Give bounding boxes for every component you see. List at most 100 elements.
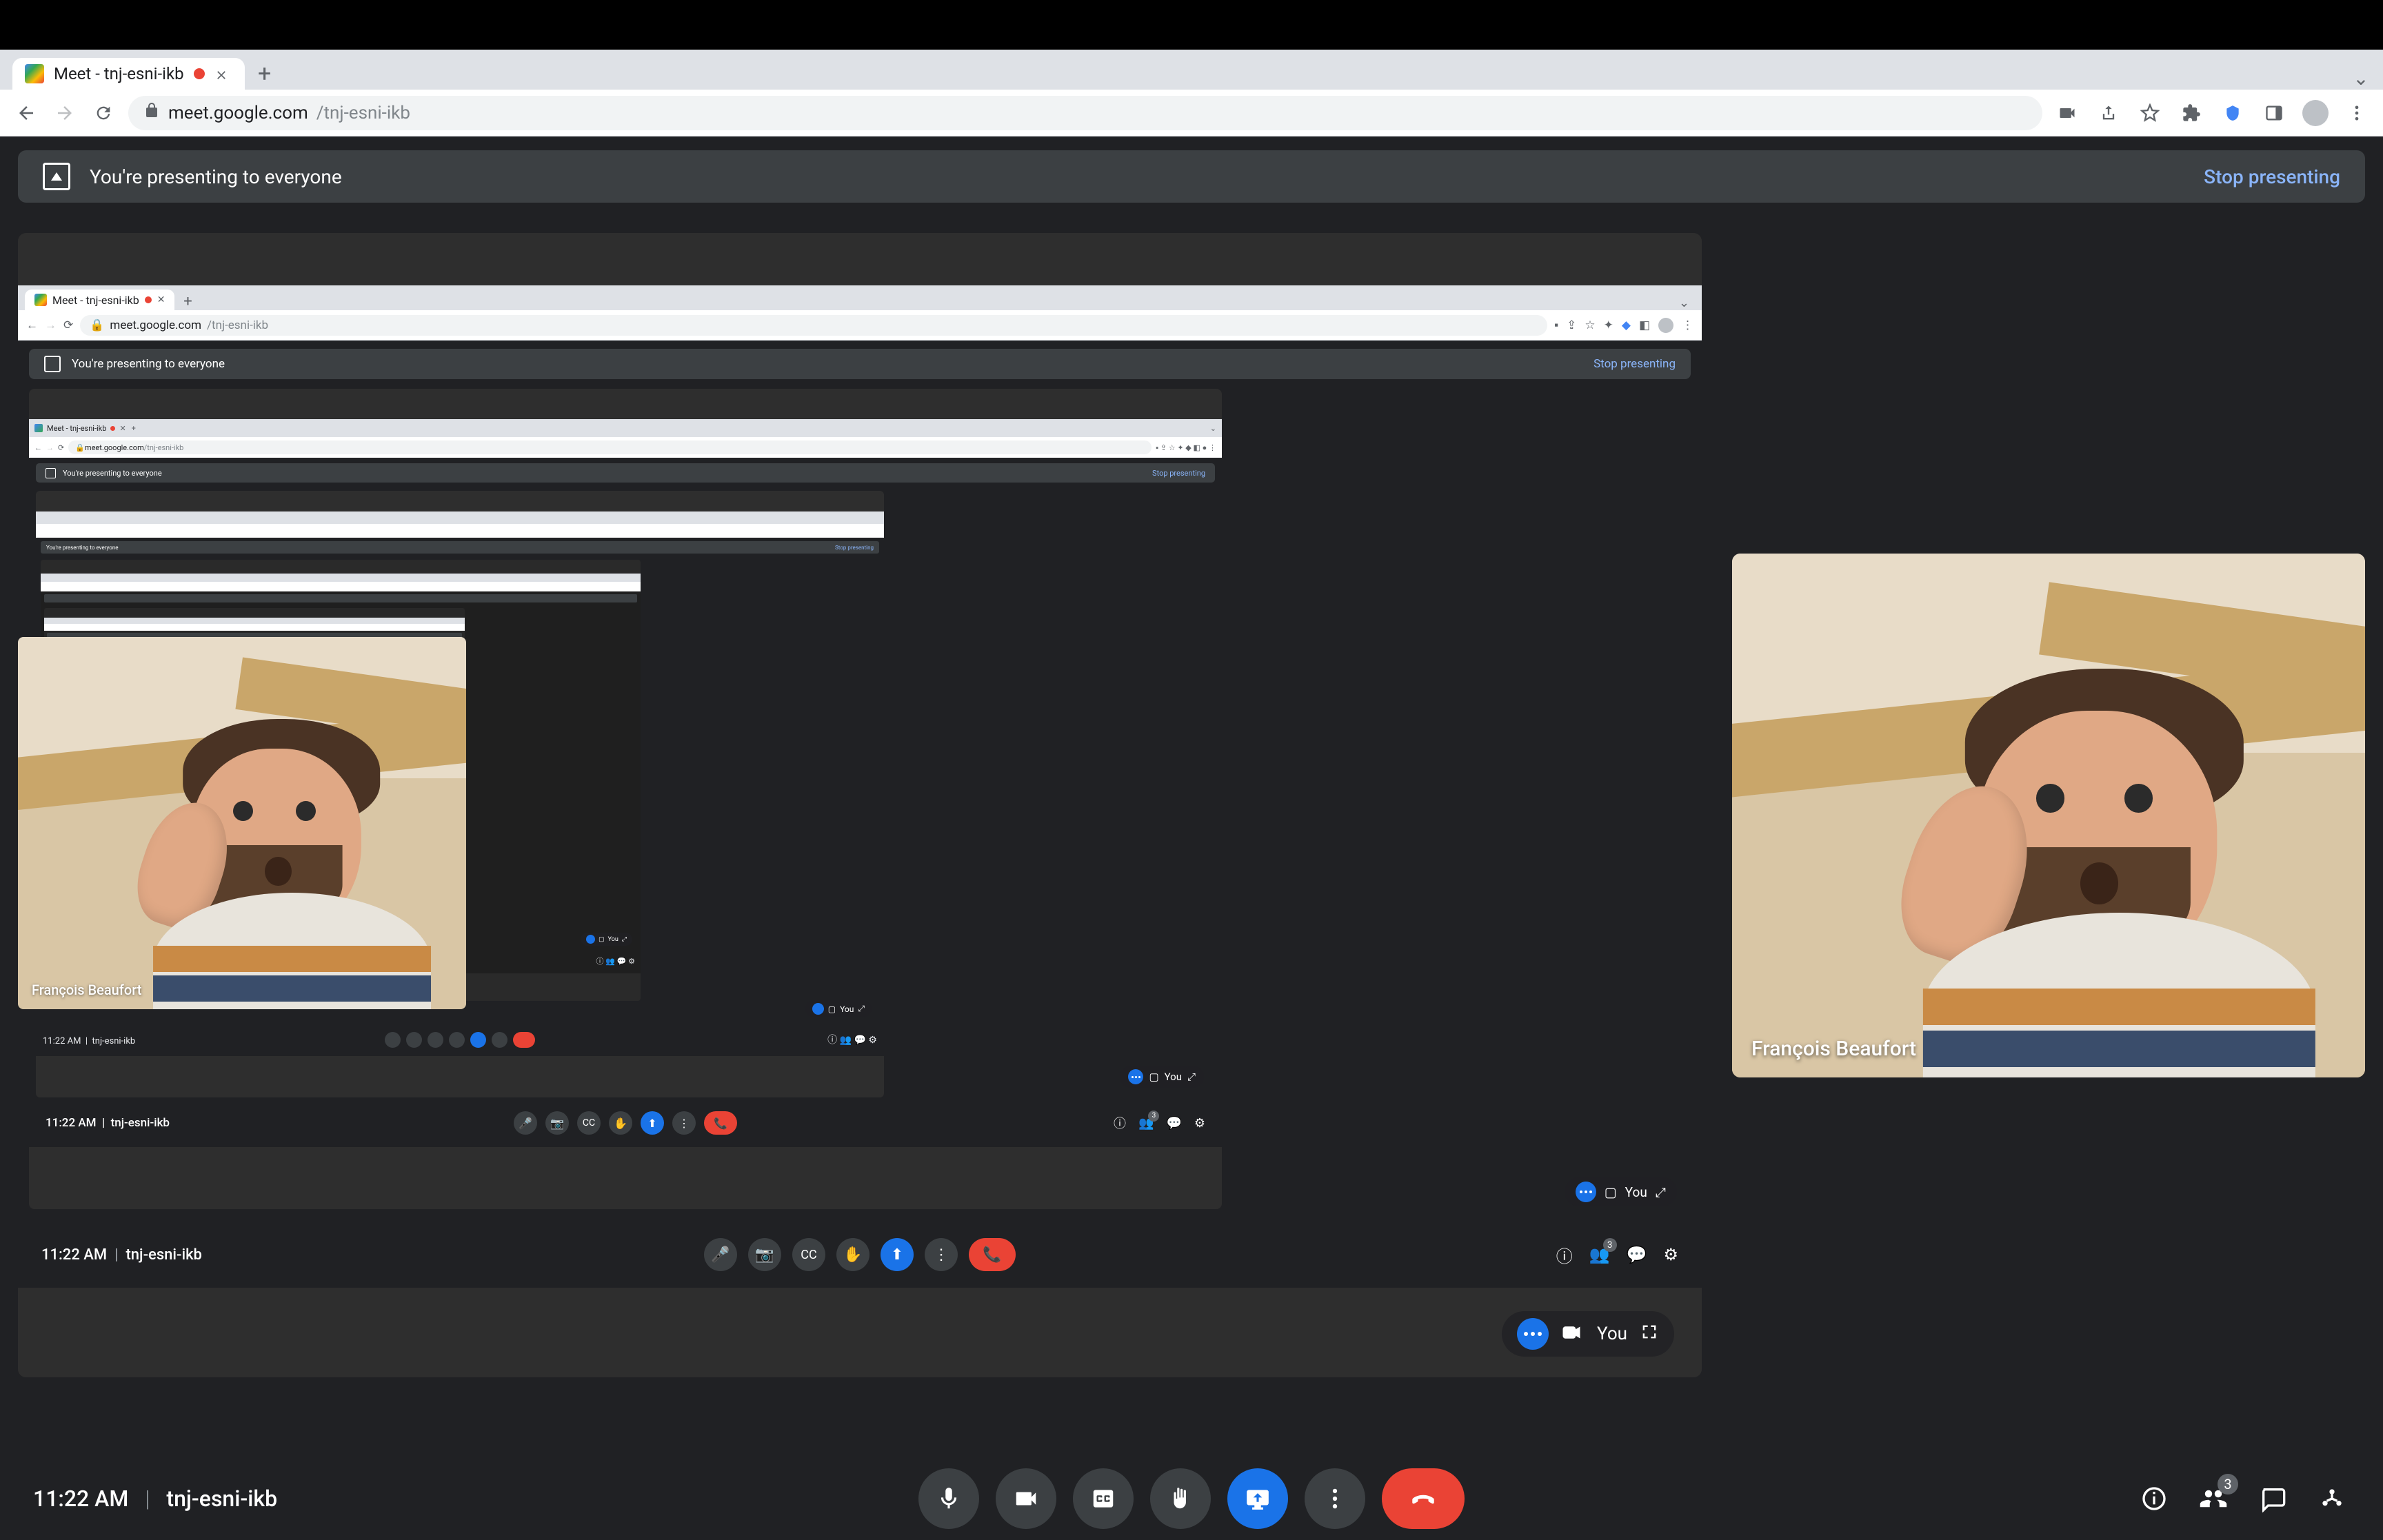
n2pres: ⬆ bbox=[641, 1111, 664, 1135]
lock-icon bbox=[143, 102, 160, 123]
chat-button[interactable] bbox=[2255, 1481, 2291, 1517]
bookmark-star-icon[interactable] bbox=[2136, 99, 2164, 127]
nested2-addrbar: ←→⟳ 🔒 meet.google.com/tnj-esni-ikb ▪ ⇪ ☆… bbox=[29, 437, 1222, 458]
nested-stop-presenting: Stop presenting bbox=[1593, 357, 1676, 371]
participant-name-label: François Beaufort bbox=[1751, 1037, 1916, 1061]
sidepanel-icon[interactable] bbox=[2260, 99, 2288, 127]
nested-activities-icon: ⚙ bbox=[1663, 1245, 1678, 1264]
nested-forward-icon: → bbox=[45, 318, 57, 332]
extensions-icon[interactable] bbox=[2178, 99, 2205, 127]
nested2-omni: 🔒 meet.google.com/tnj-esni-ikb bbox=[68, 440, 1152, 454]
participant-camera-tile[interactable]: François Beaufort bbox=[1732, 554, 2365, 1077]
mini-you-pill-1: ▢ You ⤢ bbox=[805, 1000, 872, 1017]
nested2-right: ⓘ 👥3 💬 ⚙ bbox=[1114, 1114, 1205, 1132]
url-path: /tnj-esni-ikb bbox=[316, 103, 410, 123]
n2more: ⋮ bbox=[672, 1111, 696, 1135]
camera-button[interactable] bbox=[996, 1468, 1056, 1529]
presentation-tile[interactable]: Meet - tnj-esni-ikb ✕ + ⌄ ← → ⟳ 🔒 meet.g… bbox=[18, 233, 1702, 1377]
nested-code: tnj-esni-ikb bbox=[125, 1246, 201, 1264]
nested-chat-icon: 💬 bbox=[1627, 1245, 1647, 1264]
share-icon[interactable] bbox=[2095, 99, 2122, 127]
url-host: meet.google.com bbox=[168, 103, 308, 123]
meeting-time: 11:22 AM bbox=[33, 1486, 128, 1512]
nested-hand: ✋ bbox=[836, 1238, 869, 1271]
mini-right-2: ⓘ 👥 💬 ⚙ bbox=[596, 955, 635, 966]
nested-right-controls: ⓘ 👥3 💬 ⚙ bbox=[1556, 1243, 1678, 1267]
chrome-menu-icon[interactable] bbox=[2343, 99, 2371, 127]
mi1t: 11:22 AM bbox=[43, 1036, 81, 1046]
n2mic: 🎤 bbox=[514, 1111, 537, 1135]
nested-star-icon: ☆ bbox=[1585, 318, 1595, 332]
n2t: 11:22 AM bbox=[46, 1116, 97, 1130]
close-tab-icon[interactable] bbox=[214, 67, 228, 81]
deep-chrome1 bbox=[36, 511, 884, 524]
self-view-pill[interactable]: You bbox=[1502, 1311, 1674, 1357]
mini-info-1: 11:22 AM | tnj-esni-ikb bbox=[43, 1036, 135, 1046]
raise-hand-button[interactable] bbox=[1150, 1468, 1211, 1529]
meeting-details-button[interactable] bbox=[2136, 1481, 2172, 1517]
deep-bt1: You're presenting to everyone bbox=[46, 545, 118, 551]
new-tab-button[interactable]: + bbox=[249, 58, 281, 90]
toolbar-icons bbox=[2053, 99, 2371, 127]
stop-presenting-button[interactable]: Stop presenting bbox=[2204, 165, 2340, 188]
nested-info-icon: ⓘ bbox=[1556, 1243, 1573, 1267]
url-input[interactable]: meet.google.com/tnj-esni-ikb bbox=[128, 96, 2042, 130]
leave-call-button[interactable] bbox=[1382, 1468, 1465, 1529]
nested-you-pill: ▢ You ⤢ bbox=[1565, 1177, 1677, 1206]
nested2-fwd: → bbox=[46, 443, 54, 452]
nested2-present-icon bbox=[46, 468, 56, 478]
mini-you-pill-2: ▢ You ⤢ bbox=[581, 933, 632, 946]
mc1e bbox=[492, 1032, 507, 1048]
mc1b bbox=[406, 1032, 422, 1048]
nested-favicon bbox=[34, 294, 47, 306]
nested-url-host: meet.google.com bbox=[110, 318, 201, 332]
n2cam: 📷 bbox=[545, 1111, 569, 1135]
nested-ext2-icon: ◆ bbox=[1622, 318, 1631, 332]
nested-tab-title: Meet - tnj-esni-ikb bbox=[52, 294, 139, 307]
deep-banner1: You're presenting to everyoneStop presen… bbox=[41, 541, 879, 554]
forward-button[interactable] bbox=[51, 99, 79, 127]
reload-button[interactable] bbox=[90, 99, 117, 127]
profile-avatar[interactable] bbox=[2302, 99, 2329, 127]
nested-banner: You're presenting to everyone Stop prese… bbox=[29, 349, 1691, 379]
banner-text: You're presenting to everyone bbox=[90, 165, 342, 188]
mc1f bbox=[513, 1032, 535, 1048]
nested-share-icon: ⇪ bbox=[1567, 318, 1576, 332]
n2info: ⓘ bbox=[1114, 1114, 1126, 1132]
nested-controls: 🎤 📷 CC ✋ ⬆ ⋮ 📞 bbox=[704, 1238, 1016, 1271]
nested-more: ⋮ bbox=[925, 1238, 958, 1271]
tab-title: Meet - tnj-esni-ikb bbox=[54, 64, 184, 83]
nested2-caret: ⌄ bbox=[1210, 424, 1216, 433]
deep-banner2 bbox=[44, 594, 637, 602]
tab-strip: Meet - tnj-esni-ikb + ⌄ bbox=[0, 50, 2383, 90]
nested2-info: 11:22 AM | tnj-esni-ikb bbox=[46, 1116, 170, 1130]
n2yp-dots bbox=[1128, 1069, 1143, 1084]
nested-cam: 📷 bbox=[748, 1238, 781, 1271]
macos-notch-bar bbox=[0, 0, 2383, 50]
tabs-dropdown-icon[interactable]: ⌄ bbox=[2347, 67, 2375, 90]
browser-tab-active[interactable]: Meet - tnj-esni-ikb bbox=[12, 58, 245, 90]
deep-chrome3 bbox=[44, 618, 465, 624]
nested-toolbar-icons: ▪ ⇪ ☆ ✦ ◆ ◧ ⋮ bbox=[1554, 318, 1693, 333]
activities-button[interactable] bbox=[2314, 1481, 2350, 1517]
separator: | bbox=[145, 1486, 150, 1512]
self-view-options-icon[interactable] bbox=[1517, 1318, 1549, 1350]
nested2-banner: You're presenting to everyone Stop prese… bbox=[36, 463, 1215, 483]
captions-button[interactable] bbox=[1073, 1468, 1134, 1529]
meeting-info[interactable]: 11:22 AM | tnj-esni-ikb bbox=[33, 1486, 277, 1512]
nested2-plus: + bbox=[132, 424, 136, 433]
back-button[interactable] bbox=[12, 99, 40, 127]
present-screen-button[interactable] bbox=[1227, 1468, 1288, 1529]
extension-pinned-icon[interactable] bbox=[2219, 99, 2246, 127]
myp1y: You bbox=[840, 1004, 854, 1014]
show-everyone-button[interactable]: 3 bbox=[2195, 1481, 2231, 1517]
myp1c: ▢ bbox=[828, 1004, 836, 1014]
myp1e: ⤢ bbox=[858, 1004, 865, 1014]
deep-addr1 bbox=[36, 524, 884, 538]
microphone-button[interactable] bbox=[918, 1468, 979, 1529]
nested-time: 11:22 AM bbox=[41, 1246, 107, 1264]
camera-indicator-icon[interactable] bbox=[2053, 99, 2081, 127]
nested-you-expand-icon: ⤢ bbox=[1656, 1184, 1666, 1200]
self-view-expand-icon[interactable] bbox=[1640, 1322, 1659, 1346]
more-options-button[interactable] bbox=[1305, 1468, 1365, 1529]
